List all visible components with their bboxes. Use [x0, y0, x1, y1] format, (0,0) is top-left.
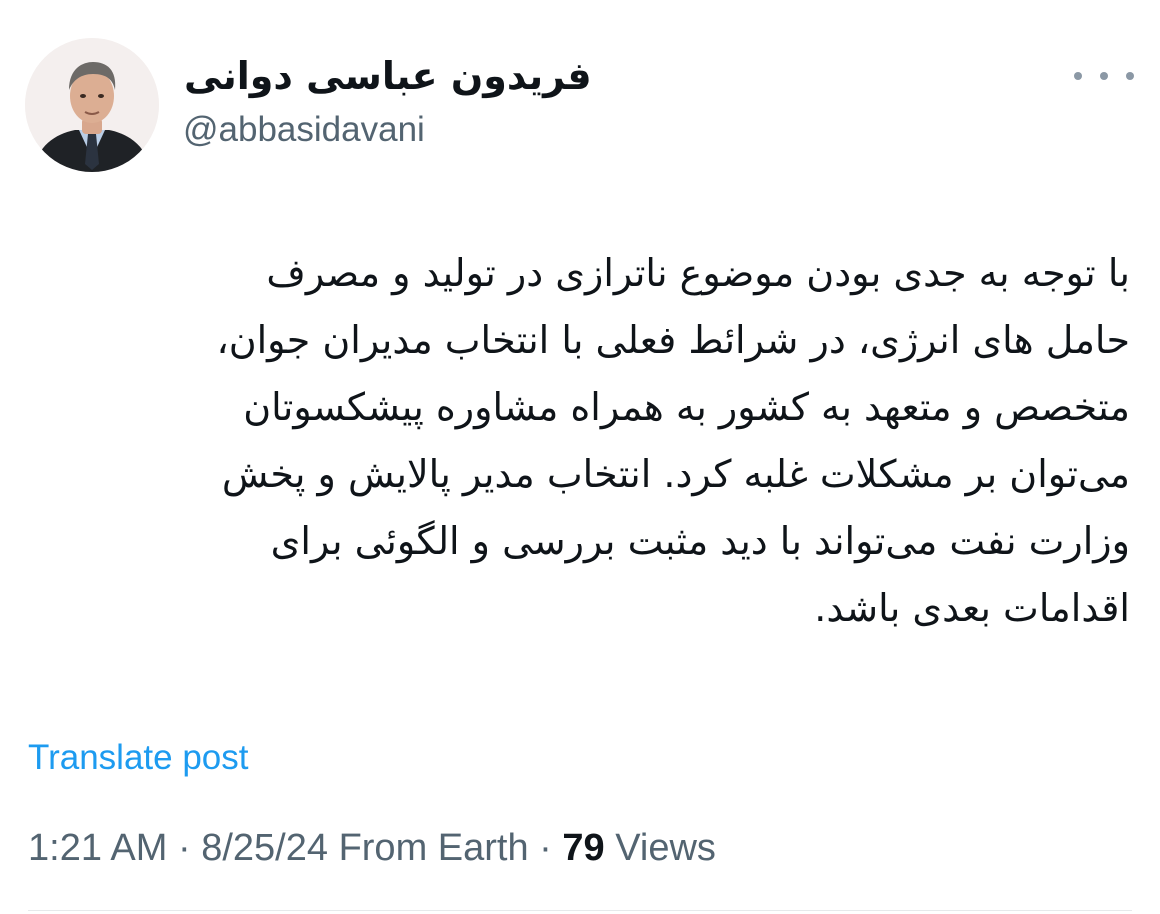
tweet-text: با توجه به جدی بودن موضوع ناترازی در تول… — [25, 240, 1130, 642]
tweet-text-line: می‌توان بر مشکلات غلبه کرد. انتخاب مدیر … — [221, 452, 1130, 496]
views-count[interactable]: 79 — [562, 827, 604, 869]
tweet-text-line: اقدامات بعدی باشد. — [814, 586, 1130, 630]
tweet-metadata: 1:21 AM · 8/25/24 From Earth · 79 Views — [28, 824, 716, 872]
tweet-date[interactable]: 8/25/24 — [201, 827, 328, 869]
author-handle[interactable]: @abbasidavani — [183, 106, 425, 154]
tweet-card: فریدون عباسی دوانی @abbasidavani با توجه… — [0, 0, 1160, 914]
tweet-source: From Earth — [338, 827, 529, 869]
person-portrait-avatar-icon — [25, 38, 159, 172]
dot — [1074, 72, 1082, 80]
tweet-text-line: متخصص و متعهد به کشور به همراه مشاوره پی… — [243, 385, 1130, 429]
tweet-text-line: وزارت نفت می‌تواند با دید مثبت بررسی و ا… — [270, 519, 1130, 563]
tweet-text-line: حامل های انرژی، در شرائط فعلی با انتخاب … — [216, 318, 1130, 362]
meta-separator: · — [167, 827, 202, 869]
more-options-icon[interactable] — [1074, 62, 1134, 90]
tweet-time[interactable]: 1:21 AM — [28, 827, 167, 869]
tweet-text-line: با توجه به جدی بودن موضوع ناترازی در تول… — [266, 251, 1130, 295]
meta-separator: · — [528, 827, 563, 869]
views-label[interactable]: Views — [615, 827, 716, 869]
dot — [1100, 72, 1108, 80]
divider — [28, 910, 1132, 911]
translate-post-link[interactable]: Translate post — [28, 734, 248, 782]
dot — [1126, 72, 1134, 80]
avatar[interactable] — [25, 38, 159, 172]
author-display-name[interactable]: فریدون عباسی دوانی — [184, 48, 592, 104]
